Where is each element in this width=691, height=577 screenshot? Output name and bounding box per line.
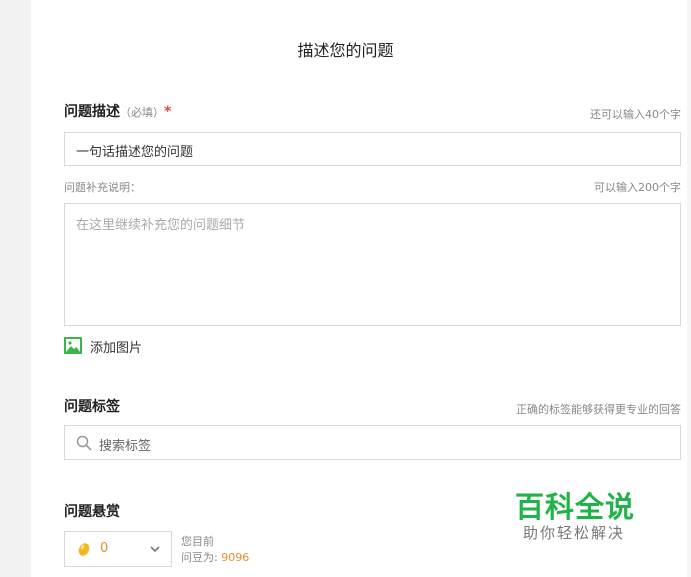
- image-icon: [64, 337, 82, 354]
- required-star: *: [164, 104, 172, 120]
- bean-icon: [78, 543, 90, 556]
- description-input[interactable]: 一句话描述您的问题: [64, 132, 681, 166]
- page-title: 描述您的问题: [297, 41, 394, 60]
- description-input-value: 一句话描述您的问题: [76, 145, 194, 160]
- tags-hint: 正确的标签能够获得更专业的回答: [516, 403, 681, 416]
- supplement-label: 问题补充说明：: [64, 181, 141, 194]
- balance-line1: 您目前: [181, 535, 214, 548]
- add-image-label: 添加图片: [90, 341, 143, 356]
- tags-label: 问题标签: [64, 399, 120, 415]
- balance-value: 9096: [221, 551, 250, 564]
- reward-select[interactable]: 0: [64, 531, 172, 567]
- description-label: 问题描述（必填）*: [64, 101, 171, 121]
- tag-search-input[interactable]: 搜索标签: [64, 425, 681, 460]
- required-note: （必填）: [120, 106, 164, 119]
- reward-label: 问题悬赏: [64, 504, 120, 520]
- supplement-textarea[interactable]: 在这里继续补充您的问题细节: [64, 203, 681, 326]
- tag-search-placeholder: 搜索标签: [99, 439, 152, 454]
- search-icon: [76, 435, 92, 451]
- watermark-subtitle: 助你轻松解决: [523, 524, 626, 542]
- supplement-placeholder: 在这里继续补充您的问题细节: [76, 218, 246, 233]
- description-limit-hint: 还可以输入40个字: [590, 108, 681, 121]
- chevron-down-icon: [150, 546, 160, 553]
- reward-value: 0: [100, 541, 109, 556]
- description-label-text: 问题描述: [64, 104, 120, 120]
- right-edge: [687, 0, 691, 577]
- supplement-limit-hint: 可以输入200个字: [594, 181, 681, 194]
- left-gutter: [0, 0, 31, 577]
- balance-prefix: 问豆为:: [181, 551, 222, 564]
- balance-line2: 问豆为: 9096: [181, 549, 249, 565]
- watermark-title: 百科全说: [515, 490, 636, 524]
